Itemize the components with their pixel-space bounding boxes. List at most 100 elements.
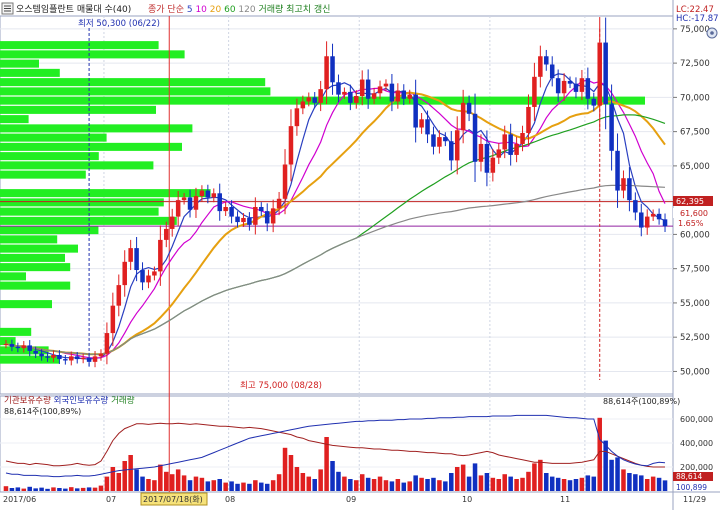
candle-body — [300, 101, 306, 109]
candle-body — [425, 119, 430, 135]
candle-body — [330, 56, 335, 83]
candle-body — [253, 207, 258, 225]
candle-body — [181, 197, 187, 201]
candle-body — [312, 97, 317, 103]
candle-body — [650, 213, 656, 217]
candle-body — [365, 79, 371, 99]
candle-body — [223, 207, 228, 212]
candle-body — [561, 80, 567, 94]
volume-bar — [644, 479, 650, 491]
candle-body — [591, 98, 597, 106]
candle-body — [80, 357, 86, 360]
candle-body — [199, 190, 205, 197]
volume-profile-bar — [0, 41, 159, 50]
candle-body — [371, 93, 377, 99]
candle-body — [116, 285, 122, 306]
volume-bar — [312, 479, 317, 491]
candle-body — [134, 248, 139, 271]
candle-body — [579, 78, 585, 92]
indicator-label[interactable]: 거래량 최고치 갱신 — [256, 3, 331, 15]
candle-body — [247, 217, 252, 225]
volume-bar — [585, 475, 591, 491]
candle-body — [555, 78, 561, 94]
volume-bar — [217, 479, 222, 491]
lowest-price-label: 최저 50,300 (06/22) — [78, 18, 160, 29]
indicator-label[interactable]: 5 — [184, 5, 193, 15]
volume-bar — [359, 474, 365, 491]
current-price-badge: 62,395 — [673, 196, 713, 206]
volume-bar — [247, 483, 252, 491]
volume-bar — [615, 457, 620, 491]
volume-profile-bar — [0, 142, 182, 151]
volume-bar — [51, 487, 56, 491]
volume-tick-label: 600,000 — [680, 415, 713, 424]
volume-bar — [146, 479, 151, 491]
volume-bar — [484, 473, 490, 491]
candle-body — [122, 261, 127, 286]
candle-body — [128, 248, 133, 262]
chart-title: 오스템임플란트 매물대 수(40) — [16, 3, 131, 15]
candle-body — [389, 83, 395, 102]
volume-bar — [437, 480, 442, 491]
candle-body — [644, 216, 650, 228]
price-tick-label: 72,500 — [680, 59, 710, 69]
volume-profile-bar — [0, 235, 58, 244]
volume-bar — [443, 481, 448, 491]
volume-bar — [502, 474, 507, 491]
indicator-label[interactable]: 종가 단순 — [148, 4, 184, 15]
volume-bar — [520, 477, 525, 491]
indicator-label[interactable]: 10 — [193, 5, 208, 15]
volume-bar — [152, 480, 157, 491]
indicator-label[interactable]: 120 — [236, 5, 256, 15]
candle-body — [573, 83, 579, 92]
date-label: 08 — [225, 495, 235, 504]
volume-bar — [591, 476, 597, 491]
candle-body — [169, 216, 175, 229]
volume-bar — [80, 487, 86, 491]
candle-body — [603, 42, 608, 105]
candle-body — [419, 119, 424, 128]
candle-body — [348, 91, 353, 103]
volume-bar — [169, 474, 175, 491]
volume-bar — [306, 476, 312, 491]
indicator-label[interactable]: 20 — [207, 5, 222, 15]
volume-bar — [74, 488, 80, 491]
indicator-label[interactable]: 60 — [221, 5, 236, 15]
candle-body — [538, 56, 543, 77]
candle-body — [567, 80, 573, 84]
candle-body — [21, 345, 27, 349]
candle-body — [460, 102, 466, 131]
volume-bar — [116, 473, 122, 491]
price-tick-label: 57,500 — [680, 265, 710, 275]
candle-body — [656, 213, 662, 220]
candle-body — [484, 143, 490, 173]
candle-body — [187, 197, 193, 210]
chart-canvas[interactable]: 50,00052,50055,00057,50060,00062,50065,0… — [0, 0, 720, 510]
volume-bar — [241, 482, 246, 491]
indicator-legend[interactable]: 종가 단순 5 10 20 60 120 거래량 최고치 갱신 — [148, 3, 330, 15]
settings-icon[interactable] — [706, 27, 718, 39]
candle-body — [39, 353, 44, 357]
date-label: 10 — [462, 495, 472, 504]
volume-bar — [544, 473, 549, 491]
volume-bar — [431, 477, 436, 491]
candle-body — [437, 137, 442, 147]
candle-body — [502, 134, 507, 150]
volume-bar — [98, 485, 104, 491]
volume-profile-bar — [0, 78, 266, 87]
last-price-badge: 61,600 — [673, 208, 713, 218]
candle-body — [92, 356, 98, 362]
candle-body — [639, 212, 644, 228]
candle-body — [241, 217, 246, 223]
volume-profile-bar — [0, 170, 86, 179]
volume-bar — [110, 467, 116, 491]
date-label: 2017/06 — [3, 495, 36, 504]
volume-bar — [270, 480, 276, 491]
volume-profile-bar — [0, 327, 32, 336]
candle-body — [63, 359, 68, 361]
volume-profile-bar — [0, 105, 156, 114]
volume-bar — [342, 476, 347, 491]
volume-bar — [300, 473, 306, 491]
candle-body — [205, 190, 211, 198]
menu-toggle-icon[interactable] — [1, 2, 14, 15]
